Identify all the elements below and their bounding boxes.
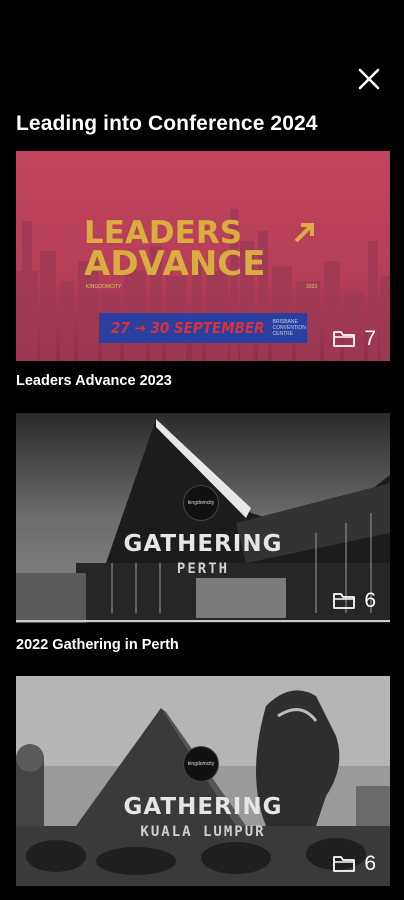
brand-badge: kingdomcity <box>183 746 219 782</box>
count-value: 6 <box>364 589 376 612</box>
album-title: 2022 Gathering in Perth <box>16 637 179 653</box>
event-name: GATHERING <box>123 531 283 557</box>
album-thumbnail[interactable]: kingdomcity GATHERING PERTH 6 <box>16 413 390 623</box>
folder-icon <box>333 593 356 609</box>
brand-text: KINGDOMCITY <box>86 284 122 290</box>
event-city: KUALA LUMPUR <box>140 824 266 840</box>
page-title: Leading into Conference 2024 <box>16 112 318 135</box>
album-card[interactable]: kingdomcity GATHERING KUALA LUMPUR 6 <box>16 676 390 886</box>
photo-count: 7 <box>332 327 376 351</box>
photo-count: 6 <box>332 589 376 613</box>
album-thumbnail[interactable]: LEADERS ADVANCE KINGDOMCITY 2023 27 → 30… <box>16 151 390 361</box>
close-icon <box>358 68 380 90</box>
album-card[interactable]: kingdomcity GATHERING PERTH 6 2022 Gathe… <box>16 413 390 653</box>
arrow-icon <box>294 223 314 243</box>
album-thumbnail[interactable]: kingdomcity GATHERING KUALA LUMPUR 6 <box>16 676 390 886</box>
album-card[interactable]: LEADERS ADVANCE KINGDOMCITY 2023 27 → 30… <box>16 151 390 389</box>
brand-badge: kingdomcity <box>183 485 219 521</box>
folder-icon <box>333 856 356 872</box>
date-banner: 27 → 30 SEPTEMBER BRISBANE CONVENTION CE… <box>99 313 307 343</box>
date-text: 27 → 30 SEPTEMBER <box>111 319 265 337</box>
count-value: 6 <box>364 852 376 875</box>
photo-count: 6 <box>332 852 376 876</box>
event-city: PERTH <box>176 561 230 577</box>
logo-line-2: ADVANCE <box>84 244 266 284</box>
venue-text: BRISBANE CONVENTION CENTRE <box>272 319 306 337</box>
close-button[interactable] <box>354 64 384 94</box>
folder-icon <box>333 331 356 347</box>
event-name: GATHERING <box>123 794 283 820</box>
album-title: Leaders Advance 2023 <box>16 373 172 389</box>
year-text: 2023 <box>306 284 318 290</box>
count-value: 7 <box>364 327 376 350</box>
